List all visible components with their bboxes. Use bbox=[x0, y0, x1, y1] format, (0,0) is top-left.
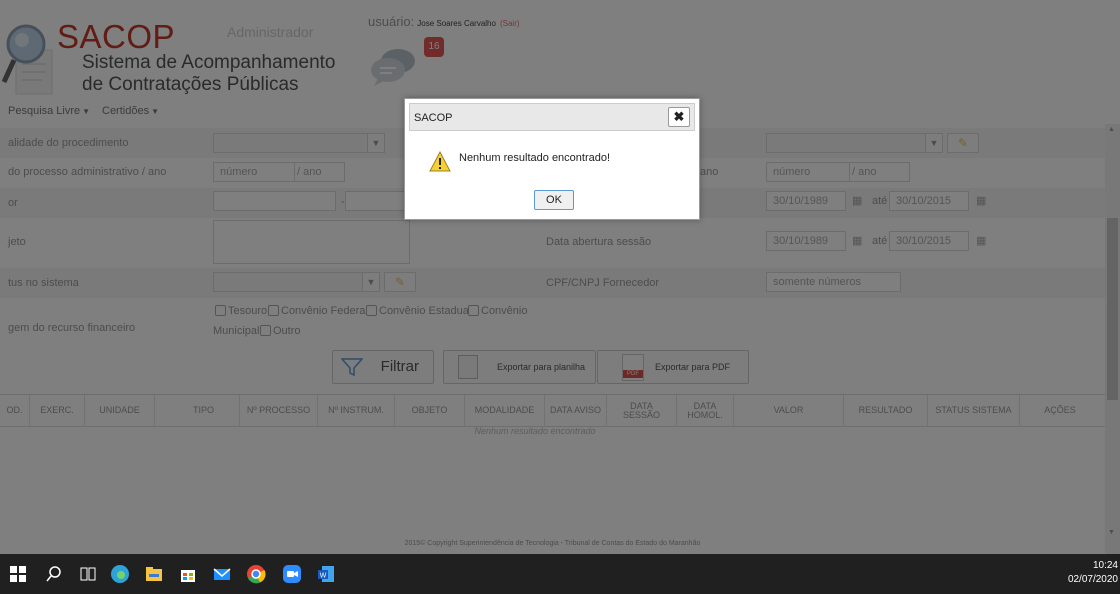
chrome-icon[interactable] bbox=[246, 564, 266, 584]
close-icon[interactable]: ✖ bbox=[668, 107, 690, 127]
modal-overlay bbox=[0, 0, 1120, 554]
zoom-icon[interactable] bbox=[282, 564, 302, 584]
windows-start-icon[interactable] bbox=[8, 564, 28, 584]
store-icon[interactable] bbox=[178, 564, 198, 584]
svg-text:W: W bbox=[320, 573, 327, 580]
file-explorer-icon[interactable] bbox=[144, 564, 164, 584]
mail-icon[interactable] bbox=[212, 564, 232, 584]
clock-time: 10:24 bbox=[1092, 560, 1118, 571]
windows-taskbar: W 10:24 02/07/2020 bbox=[0, 554, 1120, 594]
ok-button[interactable]: OK bbox=[534, 190, 574, 210]
word-icon[interactable]: W bbox=[316, 564, 336, 584]
system-clock[interactable]: 10:24 02/07/2020 bbox=[1068, 559, 1118, 587]
dialog-title: SACOP bbox=[414, 112, 453, 124]
dialog-message: Nenhum resultado encontrado! bbox=[459, 152, 611, 164]
alert-dialog: SACOP ✖ Nenhum resultado encontrado! OK bbox=[404, 98, 700, 220]
search-icon[interactable] bbox=[44, 564, 64, 584]
warning-icon bbox=[429, 151, 451, 172]
app-page: SACOP Sistema de Acompanhamento de Contr… bbox=[0, 0, 1120, 554]
task-view-icon[interactable] bbox=[78, 564, 98, 584]
edge-browser-icon[interactable] bbox=[110, 564, 130, 584]
dialog-header: SACOP ✖ bbox=[409, 103, 695, 131]
clock-date: 02/07/2020 bbox=[1067, 574, 1118, 585]
